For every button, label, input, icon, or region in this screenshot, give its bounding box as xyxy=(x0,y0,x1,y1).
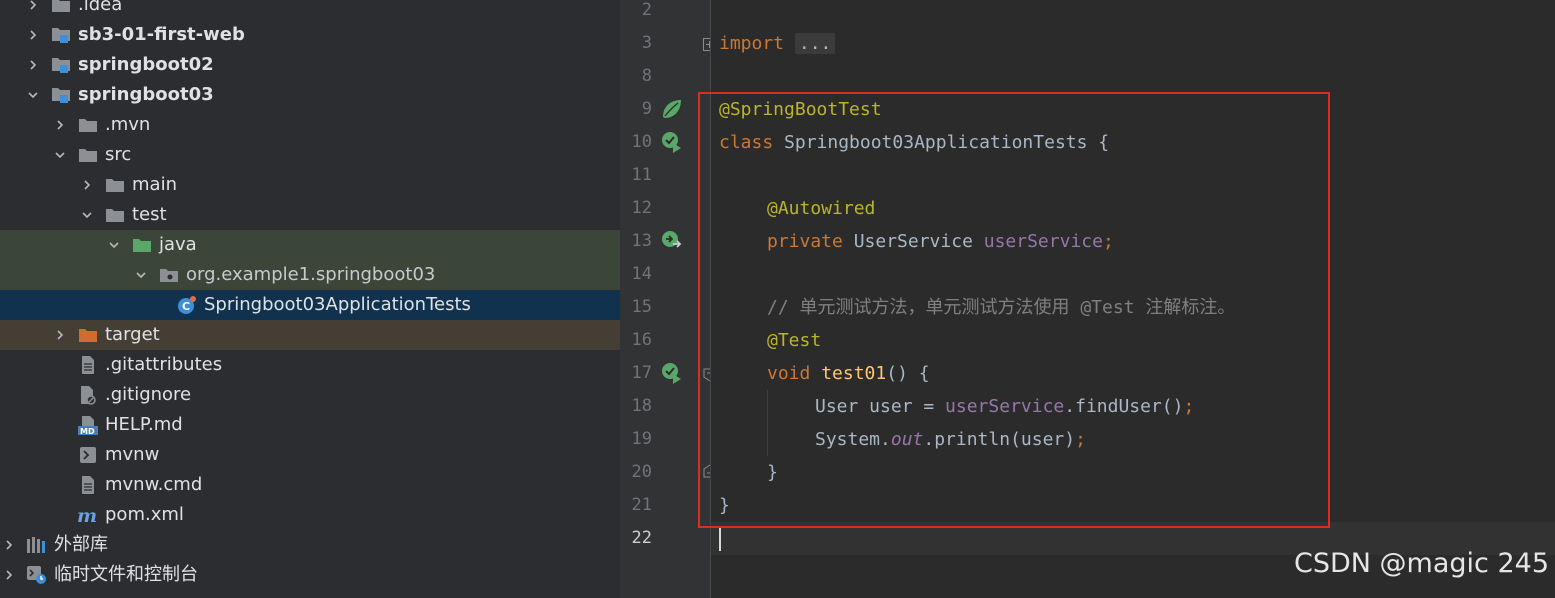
code-line-16[interactable]: @Test xyxy=(767,324,821,357)
code-line-19[interactable]: System.out.println(user); xyxy=(815,423,1086,456)
run-test-icon[interactable] xyxy=(660,130,684,154)
chevron-right-icon[interactable] xyxy=(0,536,18,554)
code-line-17[interactable]: void test01() { xyxy=(767,357,930,390)
indent-guide xyxy=(767,390,768,456)
tree-item-springboot03[interactable]: springboot03 xyxy=(0,80,620,110)
test-sources-folder-icon xyxy=(131,235,153,255)
tree-item-scratches-consoles[interactable]: 临时文件和控制台 xyxy=(0,560,620,590)
line-number: 2 xyxy=(641,0,652,20)
folder-icon xyxy=(77,115,99,135)
test-class-icon: C xyxy=(176,295,198,315)
tree-item-test[interactable]: test xyxy=(0,200,620,230)
line-number: 10 xyxy=(631,132,652,152)
code-line-3[interactable]: import ... xyxy=(719,27,836,60)
text-caret xyxy=(719,527,721,551)
autowired-navigate-icon[interactable] xyxy=(660,229,684,253)
line-number: 16 xyxy=(631,330,652,350)
line-number: 8 xyxy=(641,66,652,86)
folded-imports[interactable]: ... xyxy=(794,33,836,54)
line-number: 22 xyxy=(631,528,652,548)
line-number: 19 xyxy=(631,429,652,449)
code-line-9[interactable]: @SpringBootTest xyxy=(719,93,882,126)
module-folder-icon xyxy=(50,25,72,45)
tree-item-test-class[interactable]: C Springboot03ApplicationTests xyxy=(0,290,620,320)
file-icon xyxy=(77,475,99,495)
tree-item-mvnw-cmd[interactable]: mvnw.cmd xyxy=(0,470,620,500)
tree-item-gitattributes[interactable]: .gitattributes xyxy=(0,350,620,380)
svg-text:MD: MD xyxy=(80,427,95,435)
chevron-right-icon[interactable] xyxy=(51,326,69,344)
svg-text:m: m xyxy=(77,506,97,524)
scratches-icon xyxy=(26,565,48,585)
chevron-right-icon[interactable] xyxy=(24,0,42,14)
folder-icon xyxy=(50,0,72,15)
tree-item-external-libraries[interactable]: 外部库 xyxy=(0,530,620,560)
tree-item-sb3-01-first-web[interactable]: sb3-01-first-web xyxy=(0,20,620,50)
package-icon xyxy=(158,265,180,285)
markdown-file-icon: MD xyxy=(77,415,99,435)
line-number: 20 xyxy=(631,462,652,482)
chevron-right-icon[interactable] xyxy=(51,116,69,134)
chevron-right-icon[interactable] xyxy=(24,26,42,44)
line-number: 9 xyxy=(641,99,652,119)
editor-gutter[interactable]: 2 3 8 9 10 11 12 13 14 15 16 17 18 19 20… xyxy=(620,0,717,598)
chevron-down-icon[interactable] xyxy=(51,146,69,164)
tree-item-pom-xml[interactable]: m pom.xml xyxy=(0,500,620,530)
line-number: 12 xyxy=(631,198,652,218)
line-number: 18 xyxy=(631,396,652,416)
tree-item-help-md[interactable]: MD HELP.md xyxy=(0,410,620,440)
chevron-down-icon[interactable] xyxy=(105,236,123,254)
code-line-12[interactable]: @Autowired xyxy=(767,192,875,225)
code-line-20[interactable]: } xyxy=(767,456,778,489)
spring-bean-icon[interactable] xyxy=(660,97,684,121)
tree-item-mvnw[interactable]: mvnw xyxy=(0,440,620,470)
tree-item-target[interactable]: target xyxy=(0,320,620,350)
ignore-file-icon xyxy=(77,385,99,405)
tree-item-gitignore[interactable]: .gitignore xyxy=(0,380,620,410)
code-line-13[interactable]: private UserService userService; xyxy=(767,225,1114,258)
line-number: 15 xyxy=(631,297,652,317)
chevron-right-icon[interactable] xyxy=(0,566,18,584)
file-icon xyxy=(77,355,99,375)
folder-icon xyxy=(104,175,126,195)
line-number: 3 xyxy=(641,33,652,53)
line-number: 21 xyxy=(631,495,652,515)
tree-item-package[interactable]: org.example1.springboot03 xyxy=(0,260,620,290)
excluded-folder-icon xyxy=(77,325,99,345)
maven-icon: m xyxy=(77,505,99,525)
code-line-18[interactable]: User user = userService.findUser(); xyxy=(815,390,1194,423)
chevron-down-icon[interactable] xyxy=(24,86,42,104)
svg-text:C: C xyxy=(182,300,190,313)
ide-window: .idea sb3-01-first-web springboot02 spri… xyxy=(0,0,1555,598)
folder-icon xyxy=(77,145,99,165)
chevron-down-icon[interactable] xyxy=(78,206,96,224)
project-tree[interactable]: .idea sb3-01-first-web springboot02 spri… xyxy=(0,0,620,598)
code-editor[interactable]: import ... @SpringBootTest class Springb… xyxy=(710,0,1555,598)
chevron-right-icon[interactable] xyxy=(78,176,96,194)
chevron-right-icon[interactable] xyxy=(24,56,42,74)
tree-item-src[interactable]: src xyxy=(0,140,620,170)
module-folder-icon xyxy=(50,55,72,75)
chevron-down-icon[interactable] xyxy=(132,266,150,284)
tree-item-mvn[interactable]: .mvn xyxy=(0,110,620,140)
module-folder-icon xyxy=(50,85,72,105)
line-number: 17 xyxy=(631,363,652,383)
tree-item-main[interactable]: main xyxy=(0,170,620,200)
code-line-21[interactable]: } xyxy=(719,489,730,522)
tree-item-idea[interactable]: .idea xyxy=(0,0,620,20)
shell-script-icon xyxy=(77,445,99,465)
folder-icon xyxy=(104,205,126,225)
line-number: 13 xyxy=(631,231,652,251)
tree-item-java[interactable]: java xyxy=(0,230,620,260)
library-icon xyxy=(26,535,48,555)
code-line-10[interactable]: class Springboot03ApplicationTests { xyxy=(719,126,1109,159)
watermark: CSDN @magic 245 xyxy=(1293,548,1549,579)
line-number: 11 xyxy=(631,165,652,185)
line-number: 14 xyxy=(631,264,652,284)
run-test-icon[interactable] xyxy=(660,361,684,385)
tree-item-springboot02[interactable]: springboot02 xyxy=(0,50,620,80)
code-line-15[interactable]: // 单元测试方法，单元测试方法使用 @Test 注解标注。 xyxy=(767,291,1235,324)
